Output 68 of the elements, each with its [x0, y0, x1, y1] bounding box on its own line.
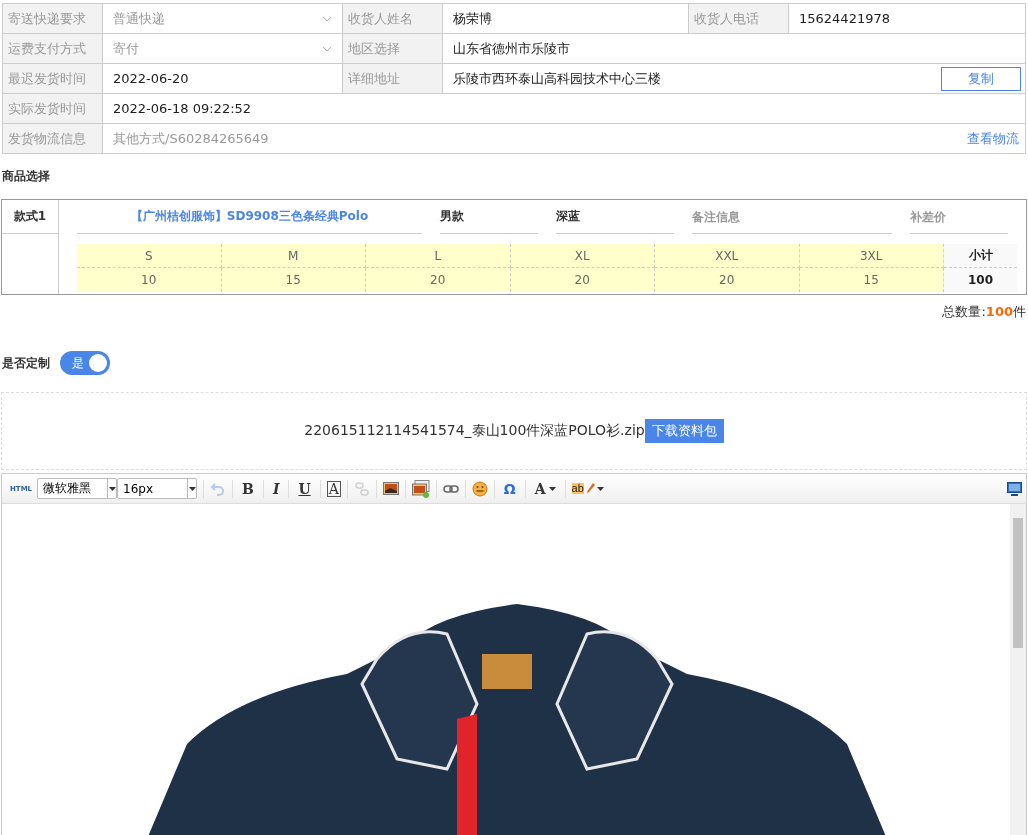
- color-field[interactable]: 深蓝: [556, 200, 674, 234]
- quantity-cell: 15: [799, 268, 944, 292]
- quantity-cell: 20: [655, 268, 800, 292]
- price-diff-field[interactable]: 补差价: [910, 200, 1008, 234]
- field-value: 15624421978: [789, 4, 1026, 34]
- field-label: 收货人电话: [689, 4, 789, 34]
- size-header: L: [366, 244, 511, 268]
- view-logistics-link[interactable]: 查看物流: [967, 129, 1019, 148]
- attachment-filename: 220615112114541574_泰山100件深蓝POLO衫.zip: [304, 422, 645, 440]
- subtotal-header: 小计: [944, 244, 1017, 268]
- section-heading: 商品选择: [2, 168, 51, 185]
- quantity-cell: 15: [221, 268, 366, 292]
- image-icon[interactable]: [382, 482, 399, 495]
- bold-button[interactable]: B: [239, 480, 257, 497]
- quantity-cell: 10: [77, 268, 222, 292]
- quantity-cell: 20: [510, 268, 655, 292]
- size-header: 3XL: [799, 244, 944, 268]
- special-char-button[interactable]: Ω: [500, 480, 519, 497]
- size-header: XXL: [655, 244, 800, 268]
- field-label: 运费支付方式: [3, 34, 103, 64]
- total-quantity: 100: [985, 304, 1013, 319]
- field-value: 2022-06-20: [103, 64, 343, 94]
- download-button[interactable]: 下载资料包: [644, 419, 724, 443]
- italic-button[interactable]: I: [269, 480, 283, 497]
- emoji-icon[interactable]: [471, 480, 488, 497]
- product-name-field[interactable]: 【广州桔创服饰】SD9908三色条经典Polo: [77, 200, 422, 234]
- font-size-select[interactable]: 16px: [117, 478, 198, 499]
- field-label: 寄送快递要求: [3, 4, 103, 34]
- remark-field[interactable]: 备注信息: [692, 200, 892, 234]
- field-label: 最迟发货时间: [3, 64, 103, 94]
- field-value: 其他方式/S60284265649: [113, 129, 269, 148]
- monitor-icon[interactable]: [1007, 481, 1022, 496]
- multi-image-icon[interactable]: [411, 479, 430, 498]
- font-family-select[interactable]: 微软雅黑: [37, 478, 118, 499]
- field-label: 地区选择: [343, 34, 443, 64]
- font-border-button[interactable]: A: [326, 480, 341, 497]
- quantity-cell: 20: [366, 268, 511, 292]
- field-label: 实际发货时间: [3, 94, 103, 124]
- caret-icon: [108, 486, 116, 491]
- copy-button[interactable]: 复制: [941, 66, 1021, 91]
- size-header: S: [77, 244, 222, 268]
- chevron-icon: [322, 15, 332, 22]
- customization-toggle[interactable]: 是: [60, 351, 110, 375]
- field-value: 2022-06-18 09:22:52: [103, 94, 1026, 124]
- total-label: 总数量:: [942, 304, 986, 319]
- chevron-icon: [322, 45, 332, 52]
- field-value: 杨荣博: [443, 4, 689, 34]
- size-header: XL: [510, 244, 655, 268]
- subtotal-value: 100: [944, 268, 1017, 292]
- style-label: 款式1: [2, 200, 58, 234]
- gender-field[interactable]: 男款: [440, 200, 538, 234]
- highlight-button[interactable]: ab: [571, 483, 604, 494]
- caret-icon: [596, 486, 604, 491]
- field-label: 收货人姓名: [343, 4, 443, 34]
- font-color-button[interactable]: A: [531, 480, 559, 497]
- link-icon[interactable]: [442, 484, 459, 493]
- field-value: 山东省德州市乐陵市: [443, 34, 1026, 64]
- pencil-icon: [585, 483, 595, 494]
- underline-button[interactable]: U: [295, 480, 314, 497]
- caret-icon: [188, 486, 196, 491]
- field-label: 详细地址: [343, 64, 443, 94]
- caret-icon: [548, 486, 556, 491]
- field-value: 乐陵市西环泰山高科园技术中心三楼: [453, 69, 661, 88]
- size-header: M: [221, 244, 366, 268]
- field-label: 发货物流信息: [3, 124, 103, 154]
- scrollbar[interactable]: [1010, 504, 1026, 835]
- customization-label: 是否定制: [2, 354, 50, 372]
- total-unit: 件: [1013, 304, 1026, 319]
